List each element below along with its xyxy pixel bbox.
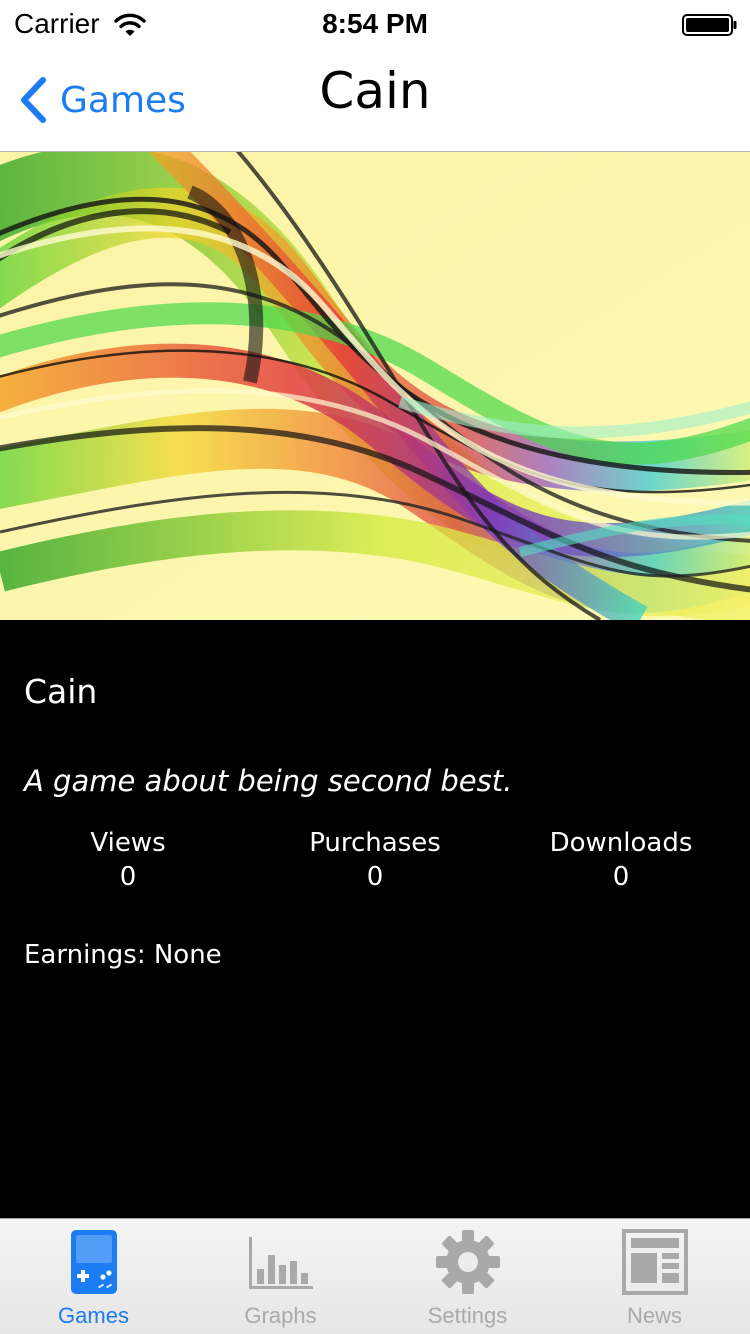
tab-graphs[interactable]: Graphs bbox=[187, 1219, 374, 1334]
battery-icon bbox=[682, 14, 737, 36]
stat-downloads: Downloads 0 bbox=[501, 826, 741, 894]
stat-views-value: 0 bbox=[119, 862, 137, 892]
game-details: Cain A game about being second best. Vie… bbox=[0, 620, 750, 1218]
stat-downloads-value: 0 bbox=[612, 862, 630, 892]
game-cover-image bbox=[0, 152, 750, 620]
tab-settings[interactable]: Settings bbox=[374, 1219, 561, 1334]
tab-news-label: News bbox=[626, 1303, 682, 1328]
stat-purchases: Purchases 0 bbox=[255, 826, 495, 894]
bar-chart-icon bbox=[248, 1237, 313, 1289]
stat-views: Views 0 bbox=[8, 826, 248, 894]
game-detail-screen: Carrier 8:54 PM Games Cain Cain A game a… bbox=[0, 0, 750, 1334]
game-name: Cain bbox=[24, 672, 98, 711]
tab-graphs-label: Graphs bbox=[244, 1303, 317, 1328]
tab-games[interactable]: Games bbox=[0, 1219, 187, 1334]
stat-purchases-value: 0 bbox=[366, 862, 384, 892]
earnings-text: Earnings: None bbox=[24, 940, 222, 970]
newspaper-icon bbox=[621, 1229, 688, 1295]
page-title: Cain bbox=[319, 62, 431, 120]
tab-bar: Games Graphs Settings News bbox=[0, 1218, 750, 1334]
game-console-icon bbox=[70, 1230, 117, 1294]
stat-purchases-label: Purchases bbox=[309, 828, 441, 858]
tab-news[interactable]: News bbox=[561, 1219, 748, 1334]
status-bar: Carrier 8:54 PM bbox=[0, 0, 750, 48]
navigation-bar: Games Cain bbox=[0, 48, 750, 152]
tab-games-label: Games bbox=[58, 1303, 129, 1328]
game-tagline: A game about being second best. bbox=[24, 764, 513, 798]
clock: 8:54 PM bbox=[322, 8, 428, 39]
stat-downloads-label: Downloads bbox=[549, 828, 693, 858]
stat-views-label: Views bbox=[90, 828, 166, 858]
gear-icon bbox=[435, 1230, 500, 1294]
tab-settings-label: Settings bbox=[427, 1303, 508, 1328]
